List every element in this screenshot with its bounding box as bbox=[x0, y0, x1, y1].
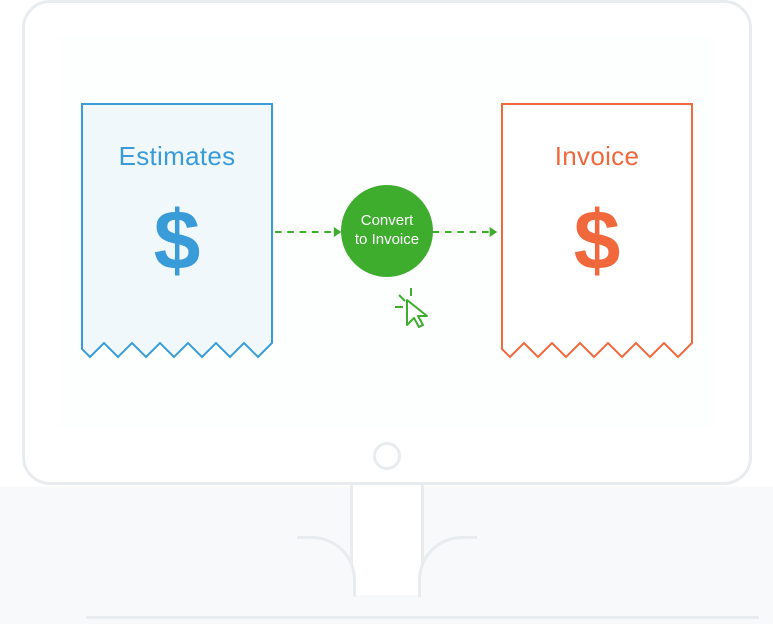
estimate-title: Estimates bbox=[81, 141, 273, 172]
conversion-diagram: Estimates $ Convert to bbox=[59, 37, 715, 428]
convert-label-line2: to Invoice bbox=[355, 231, 419, 250]
arrow-area: Convert to Invoice bbox=[273, 103, 501, 363]
convert-to-invoice-button[interactable]: Convert to Invoice bbox=[341, 185, 433, 277]
invoice-title: Invoice bbox=[501, 141, 693, 172]
cursor-click-icon bbox=[393, 285, 433, 334]
invoice-card: Invoice $ bbox=[501, 103, 693, 363]
desk-line bbox=[86, 616, 759, 619]
dollar-icon: $ bbox=[501, 198, 693, 282]
dollar-icon: $ bbox=[81, 198, 273, 282]
monitor-stand bbox=[350, 485, 424, 595]
monitor-screen: Estimates $ Convert to bbox=[59, 37, 715, 428]
convert-label-line1: Convert bbox=[361, 212, 414, 231]
monitor-frame: Estimates $ Convert to bbox=[22, 0, 752, 485]
monitor-power-button bbox=[373, 442, 401, 470]
estimate-card: Estimates $ bbox=[81, 103, 273, 363]
